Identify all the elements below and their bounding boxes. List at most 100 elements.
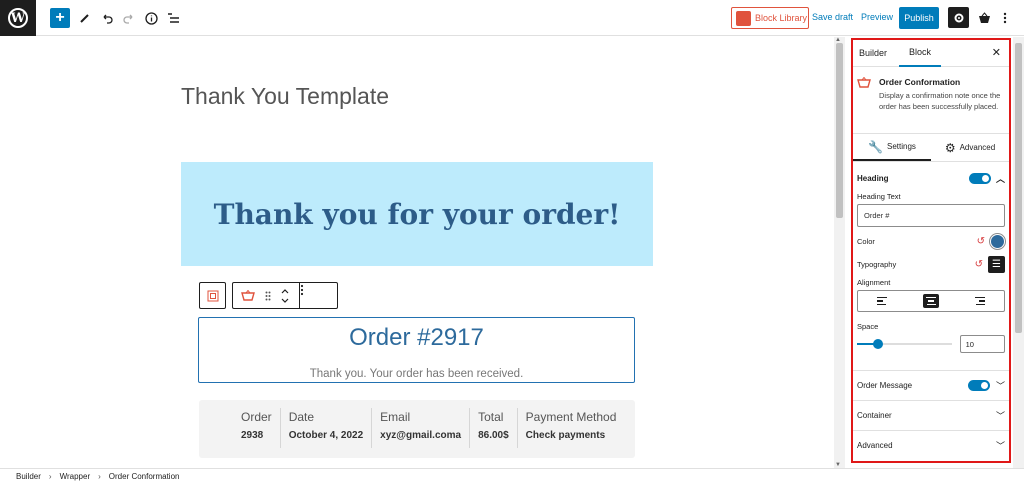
reset-color-icon[interactable]: ↺: [977, 236, 985, 247]
edit-tool-button[interactable]: [75, 8, 95, 28]
add-block-button[interactable]: +: [50, 8, 70, 28]
block-toolbar: [199, 282, 338, 309]
sidebar-scrollbar[interactable]: [1013, 37, 1024, 468]
heading-toggle[interactable]: [968, 172, 991, 184]
redo-button[interactable]: [119, 8, 139, 28]
date-column: Date October 4, 2022: [281, 408, 373, 448]
close-icon[interactable]: ✕: [992, 46, 1001, 59]
editor-root: W + Block Library Save draft Preview Pub…: [0, 0, 1024, 483]
typography-label: Typography: [857, 260, 897, 269]
chevron-down-icon[interactable]: ﹀: [996, 379, 1005, 392]
space-slider[interactable]: [857, 339, 952, 349]
align-left-button[interactable]: [858, 291, 907, 311]
settings-subtabs: 🔧 Settings ⚙ Advanced: [853, 134, 1009, 162]
move-up-down-icon[interactable]: [281, 288, 289, 304]
heading-section-label: Heading: [857, 173, 889, 183]
container-panel[interactable]: Container ﹀: [853, 400, 1009, 430]
plus-icon: +: [55, 9, 65, 26]
order-column: Order 2938: [233, 408, 281, 448]
chevron-right-icon: ›: [98, 471, 101, 481]
align-right-button[interactable]: [955, 291, 1004, 311]
typography-row: Typography ↺ ☰: [853, 253, 1009, 276]
breadcrumb-item-builder[interactable]: Builder: [16, 472, 41, 481]
select-parent-button[interactable]: [199, 282, 226, 309]
order-heading[interactable]: Order #2917: [199, 324, 634, 352]
column-value: 2938: [241, 430, 264, 441]
drag-handle-icon[interactable]: [265, 291, 271, 301]
gear-icon: ⚙: [944, 140, 956, 155]
order-message-panel[interactable]: Order Message ﹀: [853, 370, 1009, 400]
column-header: Payment Method: [525, 410, 617, 424]
sidebar-tabs: Builder Block ✕: [853, 40, 1009, 67]
breadcrumb-item-wrapper[interactable]: Wrapper: [60, 472, 91, 481]
order-confirmation-block[interactable]: Order #2917 Thank you. Your order has be…: [198, 317, 635, 383]
tab-block[interactable]: Block: [899, 40, 942, 67]
chevron-up-icon[interactable]: ︿: [996, 172, 1005, 185]
heading-text-label: Heading Text: [857, 192, 901, 201]
undo-button[interactable]: [97, 8, 117, 28]
order-details-table: Order 2938 Date October 4, 2022 Email xy…: [199, 400, 635, 458]
alignment-label: Alignment: [857, 278, 891, 287]
editor-canvas[interactable]: Thank You Template Thank you for your or…: [0, 37, 834, 468]
align-center-icon: [923, 293, 939, 309]
details-button[interactable]: [141, 8, 161, 28]
chevron-down-icon[interactable]: ﹀: [996, 409, 1005, 422]
payment-method-column: Payment Method Check payments: [518, 408, 625, 448]
undo-icon: [103, 14, 113, 24]
typography-settings-icon[interactable]: ☰: [988, 256, 1005, 273]
preview-button[interactable]: Preview: [861, 12, 893, 22]
space-label: Space: [857, 322, 879, 331]
save-draft-button[interactable]: Save draft: [812, 12, 853, 22]
list-view-button[interactable]: [163, 8, 183, 28]
color-row: Color ↺: [853, 230, 1009, 253]
tab-settings-label: Settings: [887, 142, 916, 151]
tab-builder[interactable]: Builder: [855, 40, 891, 67]
order-message[interactable]: Thank you. Your order has been received.: [199, 368, 634, 380]
block-options-button[interactable]: [299, 283, 329, 308]
block-info-card: Order Conformation Display a confirmatio…: [853, 67, 1009, 134]
block-description: Display a confirmation note once the ord…: [879, 91, 1001, 111]
cart-icon: [978, 11, 990, 23]
block-library-label: Block Library: [755, 13, 808, 23]
align-center-button[interactable]: [907, 291, 956, 311]
reset-typography-icon[interactable]: ↺: [975, 259, 983, 270]
heading-section-header[interactable]: Heading ︿: [853, 166, 1009, 190]
wrench-icon: 🔧: [868, 139, 884, 154]
scrollbar-thumb[interactable]: [836, 43, 843, 218]
align-left-icon: [877, 296, 888, 306]
block-controls: [232, 282, 338, 309]
color-swatch[interactable]: [990, 234, 1005, 249]
publish-button[interactable]: Publish: [899, 7, 939, 29]
canvas-scrollbar[interactable]: ▲ ▼: [834, 37, 845, 468]
tab-advanced[interactable]: ⚙ Advanced: [931, 134, 1009, 161]
block-library-button[interactable]: Block Library: [731, 7, 809, 29]
space-control: 10: [853, 335, 1009, 353]
wordpress-logo[interactable]: W: [0, 0, 36, 36]
wordpress-icon: W: [8, 8, 28, 28]
order-message-toggle[interactable]: [967, 380, 990, 391]
order-block-icon[interactable]: [241, 289, 255, 302]
column-value: Check payments: [525, 430, 606, 441]
settings-button[interactable]: [948, 7, 969, 28]
container-panel-label: Container: [857, 411, 892, 420]
more-options-button[interactable]: [995, 8, 1015, 28]
color-label: Color: [857, 237, 875, 246]
more-vertical-icon: [1003, 12, 1007, 24]
template-title[interactable]: Thank You Template: [181, 83, 389, 110]
advanced-panel[interactable]: Advanced ﹀: [853, 430, 1009, 460]
redo-icon: [123, 14, 133, 24]
chevron-down-icon[interactable]: ﹀: [996, 439, 1005, 452]
space-slider-thumb[interactable]: [872, 339, 883, 349]
list-view-icon: [167, 13, 179, 23]
cart-button[interactable]: [974, 8, 994, 28]
column-header: Email: [380, 410, 411, 424]
email-column: Email xyz@gmail.coma: [372, 408, 471, 448]
tab-settings[interactable]: 🔧 Settings: [853, 134, 931, 161]
thank-you-banner[interactable]: Thank you for your order!: [181, 162, 653, 266]
heading-text-input[interactable]: Order #: [857, 204, 1005, 227]
scrollbar-thumb[interactable]: [1015, 43, 1022, 333]
column-header: Order: [241, 410, 272, 424]
space-input[interactable]: 10: [959, 335, 1005, 353]
breadcrumb-item-order-conformation[interactable]: Order Conformation: [109, 472, 180, 481]
column-value: October 4, 2022: [288, 430, 364, 441]
